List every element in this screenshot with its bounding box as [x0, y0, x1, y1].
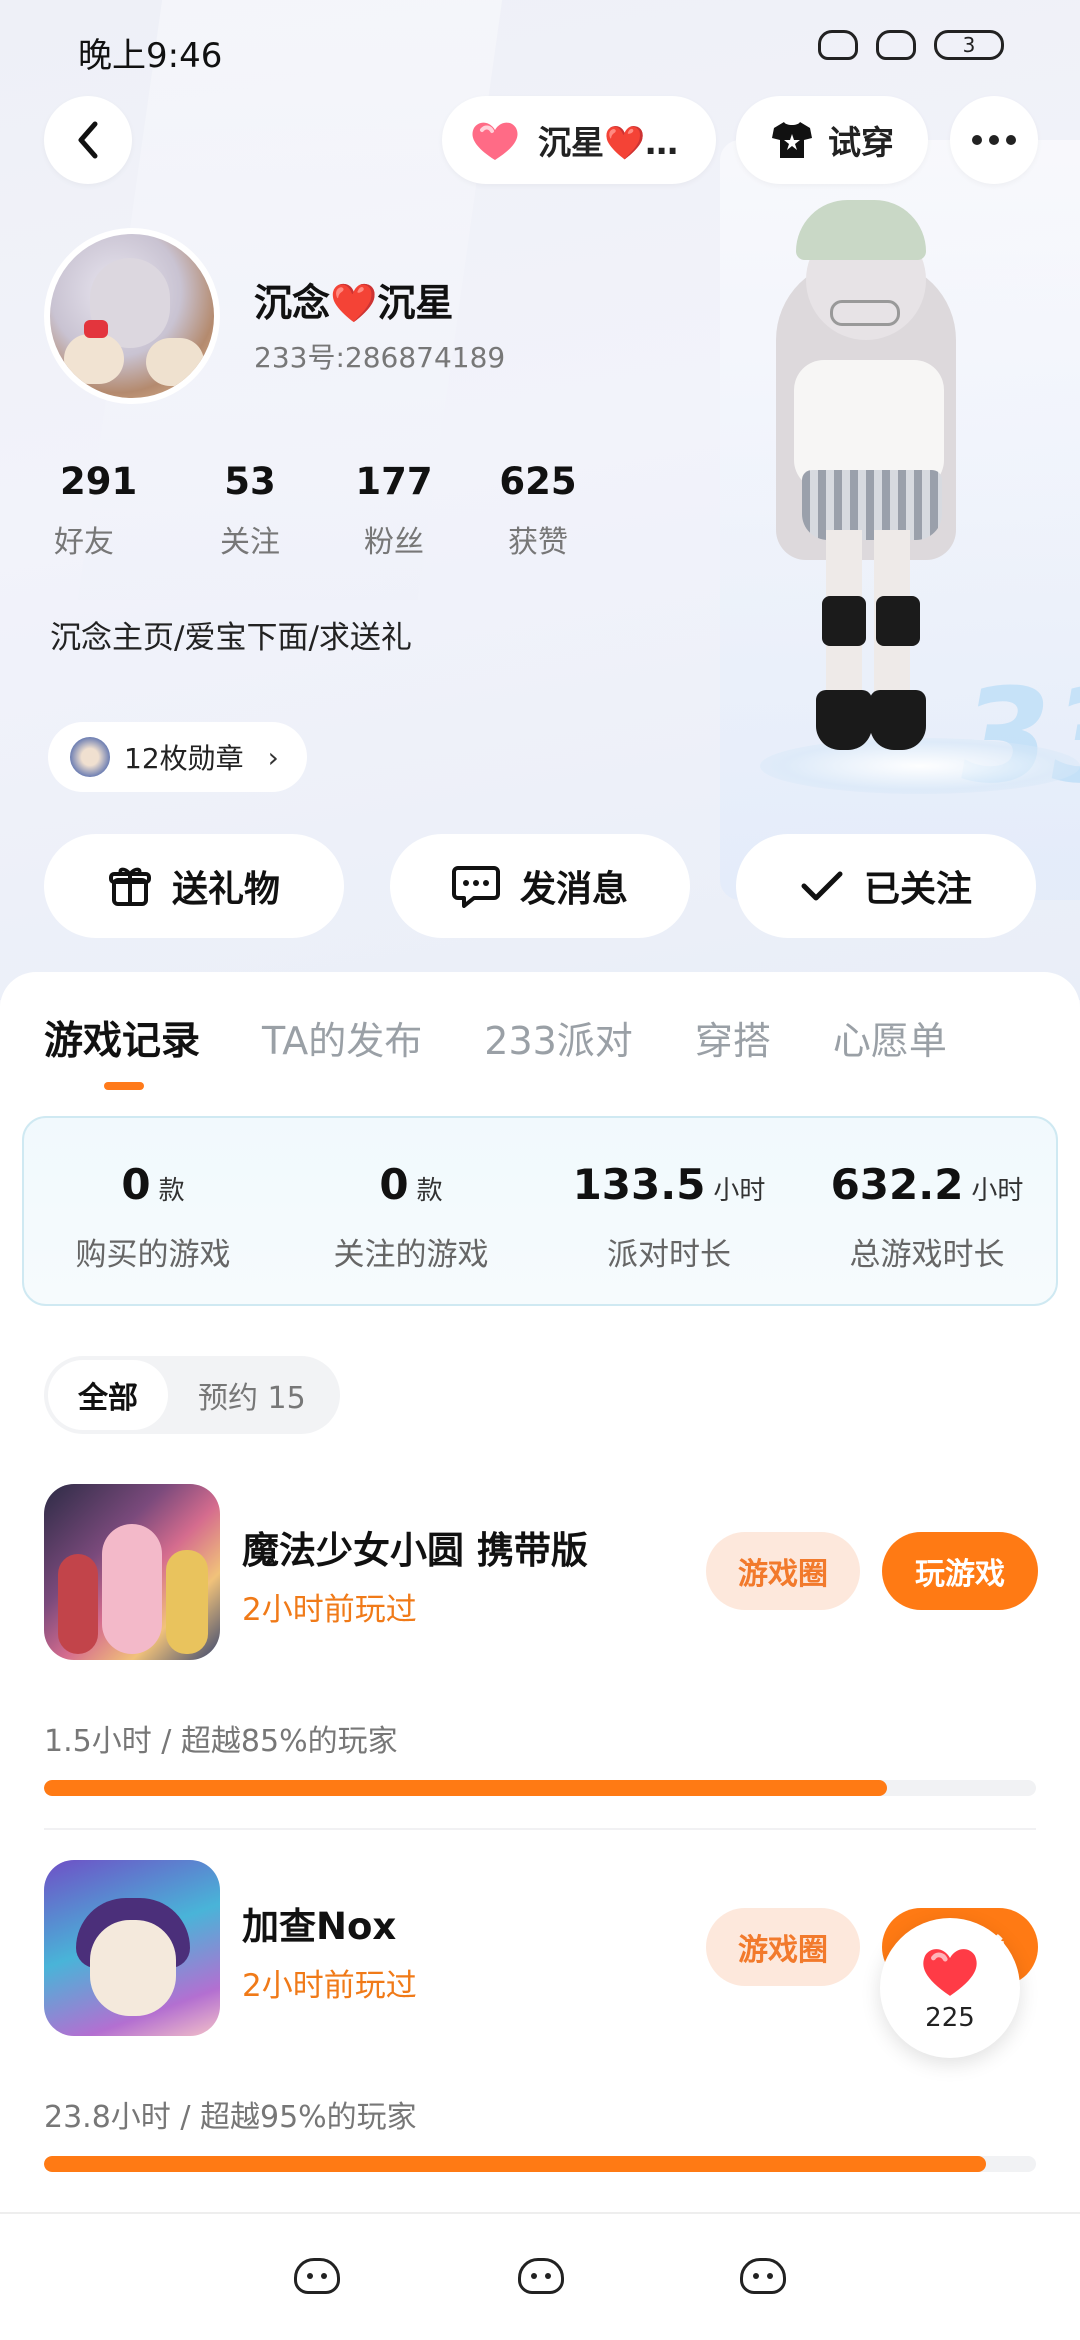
status-app-icon	[818, 30, 858, 60]
game-progress-text: 23.8小时 / 超越95%的玩家	[44, 2100, 417, 2135]
tab-outfits[interactable]: 穿搭	[695, 1010, 771, 1065]
game-title: 魔法少女小圆 携带版	[242, 1529, 588, 1572]
more-icon-dot	[972, 135, 982, 145]
summary-unit: 小时	[971, 1176, 1024, 1206]
more-icon-dot	[1006, 135, 1016, 145]
battery-icon: 3	[934, 30, 1004, 60]
avatar[interactable]	[44, 228, 220, 404]
stat-label: 粉丝	[364, 525, 424, 560]
heart-icon	[472, 122, 518, 160]
game-cover[interactable]	[44, 1484, 220, 1660]
tab-wishlist[interactable]: 心愿单	[833, 1010, 947, 1065]
status-bar: 晚上9:46 3	[0, 0, 1080, 100]
gift-icon	[108, 867, 151, 906]
stat-friends[interactable]: 291 好友	[44, 460, 178, 561]
shirt-icon	[772, 122, 812, 158]
send-gift-label: 送礼物	[171, 869, 280, 910]
summary-label: 总游戏时长	[849, 1237, 1005, 1273]
try-on-button[interactable]: 试穿	[736, 96, 928, 184]
summary-unit: 小时	[713, 1176, 766, 1206]
summary-purchased: 0款 购买的游戏	[24, 1118, 282, 1304]
profile-stats: 291 好友 53 关注 177 粉丝 625 获赞	[44, 460, 610, 561]
game-title: 加查Nox	[242, 1905, 397, 1948]
summary-value: 133.5	[572, 1160, 706, 1209]
summary-total-time: 632.2 小时 总游戏时长	[798, 1118, 1056, 1304]
stat-value: 291	[60, 460, 138, 503]
send-message-button[interactable]: 发消息	[390, 834, 690, 938]
game-progress-text: 1.5小时 / 超越85%的玩家	[44, 1724, 398, 1759]
more-icon-dot	[989, 135, 999, 145]
stat-label: 获赞	[508, 525, 568, 560]
back-button[interactable]	[44, 96, 132, 184]
user-id: 233号:286874189	[254, 341, 506, 374]
summary-value: 0	[379, 1160, 409, 1209]
game-progress-bar	[44, 2156, 1036, 2172]
chat-icon	[451, 866, 500, 908]
tab-game-records[interactable]: 游戏记录	[44, 1010, 200, 1090]
like-count: 225	[925, 2003, 975, 2033]
summary-unit: 款	[158, 1176, 185, 1206]
summary-party-time: 133.5 小时 派对时长	[540, 1118, 798, 1304]
bottom-nav-bar	[0, 2212, 1080, 2340]
3d-avatar-figure[interactable]	[766, 190, 966, 760]
summary-unit: 款	[416, 1176, 443, 1206]
username: 沉念❤️沉星	[254, 281, 454, 325]
chevron-right-icon: ›	[267, 740, 279, 774]
game-cover[interactable]	[44, 1860, 220, 2036]
try-on-label: 试穿	[828, 123, 894, 162]
relation-name-pill[interactable]: 沉星❤️…	[442, 96, 716, 184]
status-time: 晚上9:46	[78, 36, 223, 76]
game-progress-bar	[44, 1780, 1036, 1796]
send-gift-button[interactable]: 送礼物	[44, 834, 344, 938]
summary-value: 0	[121, 1160, 151, 1209]
followed-button[interactable]: 已关注	[736, 834, 1036, 938]
relation-name-label: 沉星❤️…	[538, 123, 679, 162]
check-icon	[801, 871, 843, 901]
profile-tabs: 游戏记录 TA的发布 233派对 穿搭 心愿单	[44, 1010, 1009, 1090]
floating-like-button[interactable]: 225	[880, 1918, 1020, 2058]
game-filter: 全部 预约 15	[44, 1356, 340, 1434]
summary-value: 632.2	[830, 1160, 964, 1209]
medals-button[interactable]: 12枚勋章 ›	[48, 722, 307, 792]
medals-label: 12枚勋章	[124, 742, 244, 775]
game-progress-fill	[44, 1780, 888, 1796]
nav-center-icon[interactable]	[518, 2258, 564, 2294]
profile-bio: 沉念主页/爱宝下面/求送礼	[50, 620, 412, 656]
game-progress-fill	[44, 2156, 987, 2172]
stat-likes[interactable]: 625 获赞	[466, 460, 610, 561]
back-arrow-icon	[78, 121, 98, 159]
game-last-played: 2小时前玩过	[242, 1968, 417, 2004]
stat-label: 关注	[220, 525, 280, 560]
followed-label: 已关注	[863, 869, 972, 910]
wifi-icon	[876, 30, 916, 60]
divider	[44, 1828, 1036, 1830]
status-icons: 3	[818, 30, 1004, 60]
stat-following[interactable]: 53 关注	[178, 460, 322, 561]
game-circle-button[interactable]: 游戏圈	[706, 1908, 860, 1986]
game-circle-button[interactable]: 游戏圈	[706, 1532, 860, 1610]
stat-value: 53	[224, 460, 276, 503]
nav-home-icon[interactable]	[294, 2258, 340, 2294]
stat-fans[interactable]: 177 粉丝	[322, 460, 466, 561]
play-game-button[interactable]: 玩游戏	[882, 1532, 1038, 1610]
stat-value: 625	[499, 460, 577, 503]
nav-back-icon[interactable]	[740, 2258, 786, 2294]
game-summary-card: 0款 购买的游戏 0款 关注的游戏 133.5 小时 派对时长 632.2 小时 总…	[22, 1116, 1058, 1306]
summary-label: 关注的游戏	[333, 1237, 489, 1273]
heart-icon	[923, 1949, 977, 1996]
tab-party[interactable]: 233派对	[484, 1010, 633, 1065]
more-options-button[interactable]	[950, 96, 1038, 184]
stat-value: 177	[355, 460, 433, 503]
send-message-label: 发消息	[519, 869, 628, 910]
stat-label: 好友	[54, 525, 114, 560]
summary-label: 购买的游戏	[75, 1237, 231, 1273]
filter-reserved[interactable]: 预约 15	[168, 1360, 336, 1430]
summary-label: 派对时长	[607, 1237, 731, 1273]
game-last-played: 2小时前玩过	[242, 1592, 417, 1628]
tab-posts[interactable]: TA的发布	[262, 1010, 422, 1065]
filter-all[interactable]: 全部	[48, 1360, 168, 1430]
summary-followed: 0款 关注的游戏	[282, 1118, 540, 1304]
medal-icon	[70, 737, 110, 777]
